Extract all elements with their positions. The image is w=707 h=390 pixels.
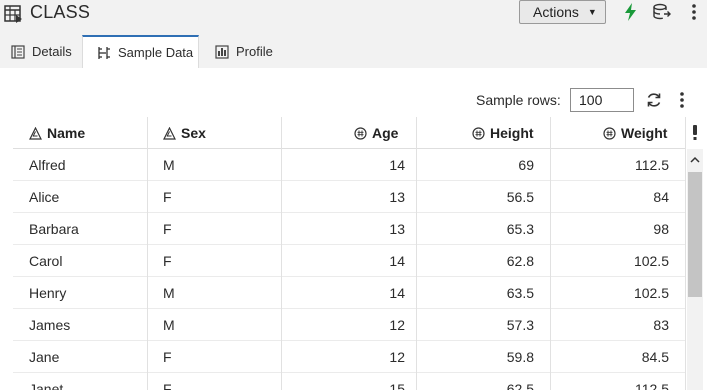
grid-header-row: Name Sex Age Height Weight (13, 117, 686, 149)
column-divider (281, 117, 282, 390)
column-divider (550, 117, 551, 390)
cell-age: 13 (389, 189, 405, 205)
table-row[interactable]: Alfred M 14 69 112.5 (13, 149, 686, 181)
cell-weight: 84.5 (641, 349, 669, 365)
profile-icon (215, 44, 229, 59)
cell-sex: F (163, 349, 172, 365)
details-icon (11, 44, 25, 59)
tab-sample-data-label: Sample Data (118, 45, 194, 60)
lightning-icon[interactable] (622, 3, 640, 21)
cell-height: 59.8 (506, 349, 534, 365)
cell-age: 12 (389, 317, 405, 333)
cell-height: 56.5 (506, 189, 534, 205)
cell-sex: F (163, 221, 172, 237)
database-export-icon[interactable] (653, 3, 671, 21)
cell-name: Alfred (29, 157, 66, 173)
column-header-name[interactable]: Name (29, 117, 85, 149)
cell-age: 15 (389, 381, 405, 390)
column-header-label: Height (490, 125, 534, 141)
table-icon (4, 5, 22, 23)
column-header-label: Age (372, 125, 399, 141)
scroll-up-arrow-icon[interactable] (687, 149, 703, 169)
numeric-column-icon (603, 126, 616, 140)
numeric-column-icon (354, 126, 367, 140)
cell-sex: M (163, 285, 175, 301)
caret-down-icon: ▼ (587, 7, 597, 17)
cell-age: 12 (389, 349, 405, 365)
app-header: CLASS Actions ▼ (0, 0, 707, 35)
cell-age: 14 (389, 253, 405, 269)
cell-weight: 112.5 (635, 157, 669, 173)
cell-name: Janet (29, 381, 64, 390)
column-divider (685, 117, 686, 390)
column-divider (147, 117, 148, 390)
tab-details-label: Details (32, 44, 72, 59)
column-header-label: Name (47, 125, 86, 141)
table-row[interactable]: Alice F 13 56.5 84 (13, 181, 686, 213)
character-column-icon (163, 126, 176, 140)
cell-height: 57.3 (506, 317, 534, 333)
cell-height: 69 (518, 157, 534, 173)
cell-weight: 83 (653, 317, 669, 333)
cell-weight: 84 (653, 189, 669, 205)
tab-sample-data[interactable]: Sample Data (82, 35, 199, 68)
scrollbar-thumb[interactable] (688, 172, 702, 297)
numeric-column-icon (472, 126, 485, 140)
column-header-sex[interactable]: Sex (163, 117, 206, 149)
column-divider (416, 117, 417, 390)
cell-sex: F (163, 253, 172, 269)
actions-button[interactable]: Actions ▼ (519, 0, 606, 24)
cell-height: 65.3 (506, 221, 534, 237)
table-options-kebab-icon[interactable] (676, 91, 688, 109)
column-options-icon[interactable] (690, 124, 700, 142)
cell-name: Henry (29, 285, 67, 301)
tab-bar: Details Sample Data Profile (0, 35, 707, 68)
cell-sex: F (163, 381, 172, 390)
cell-age: 13 (389, 221, 405, 237)
column-header-label: Sex (181, 125, 206, 141)
tab-details[interactable]: Details (11, 35, 72, 68)
refresh-icon[interactable] (645, 91, 663, 109)
tab-profile-label: Profile (236, 44, 273, 59)
table-row[interactable]: Henry M 14 63.5 102.5 (13, 277, 686, 309)
cell-age: 14 (389, 285, 405, 301)
character-column-icon (29, 126, 42, 140)
cell-name: Jane (29, 349, 60, 365)
table-row[interactable]: Carol F 14 62.8 102.5 (13, 245, 686, 277)
column-header-height[interactable]: Height (472, 117, 534, 149)
column-header-label: Weight (621, 125, 668, 141)
actions-label: Actions (533, 4, 579, 20)
cell-name: Alice (29, 189, 60, 205)
cell-name: Barbara (29, 221, 79, 237)
sample-data-icon (98, 46, 110, 59)
table-row[interactable]: Jane F 12 59.8 84.5 (13, 341, 686, 373)
sample-rows-input[interactable] (570, 88, 634, 112)
cell-sex: M (163, 157, 175, 173)
tab-profile[interactable]: Profile (215, 35, 273, 68)
cell-height: 62.5 (506, 381, 534, 390)
table-row[interactable]: Barbara F 13 65.3 98 (13, 213, 686, 245)
kebab-menu-icon[interactable] (687, 3, 701, 21)
cell-height: 63.5 (506, 285, 534, 301)
cell-weight: 98 (653, 221, 669, 237)
cell-weight: 102.5 (633, 285, 669, 301)
cell-sex: M (163, 317, 175, 333)
cell-name: James (29, 317, 71, 333)
sample-rows-label: Sample rows: (476, 92, 561, 108)
cell-name: Carol (29, 253, 63, 269)
table-row[interactable]: Janet F 15 62.5 112.5 (13, 373, 686, 390)
cell-sex: F (163, 189, 172, 205)
cell-weight: 112.5 (635, 381, 669, 390)
cell-height: 62.8 (506, 253, 534, 269)
column-header-weight[interactable]: Weight (603, 117, 667, 149)
page-title: CLASS (30, 2, 91, 22)
column-header-age[interactable]: Age (354, 117, 398, 149)
cell-age: 14 (389, 157, 405, 173)
table-row[interactable]: James M 12 57.3 83 (13, 309, 686, 341)
cell-weight: 102.5 (633, 253, 669, 269)
